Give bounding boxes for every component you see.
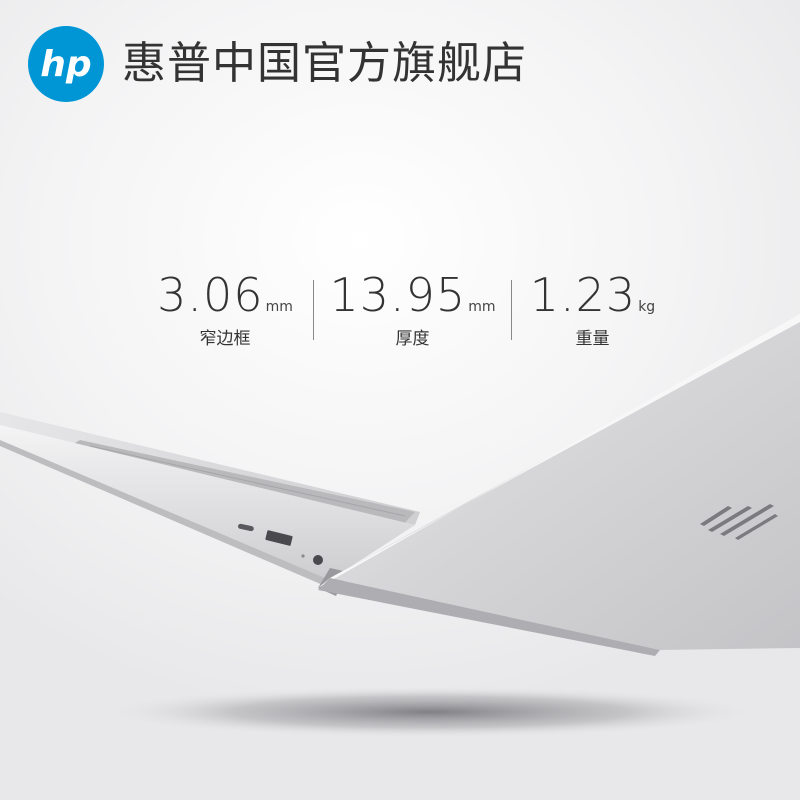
product-banner: hp 惠普中国官方旗舰店 3.06 mm 窄边框 13.95 mm 厚度 1.23 k… [0, 0, 800, 800]
laptop-product-image [0, 314, 800, 738]
audio-jack [313, 555, 323, 565]
floor-shadow [100, 686, 760, 738]
